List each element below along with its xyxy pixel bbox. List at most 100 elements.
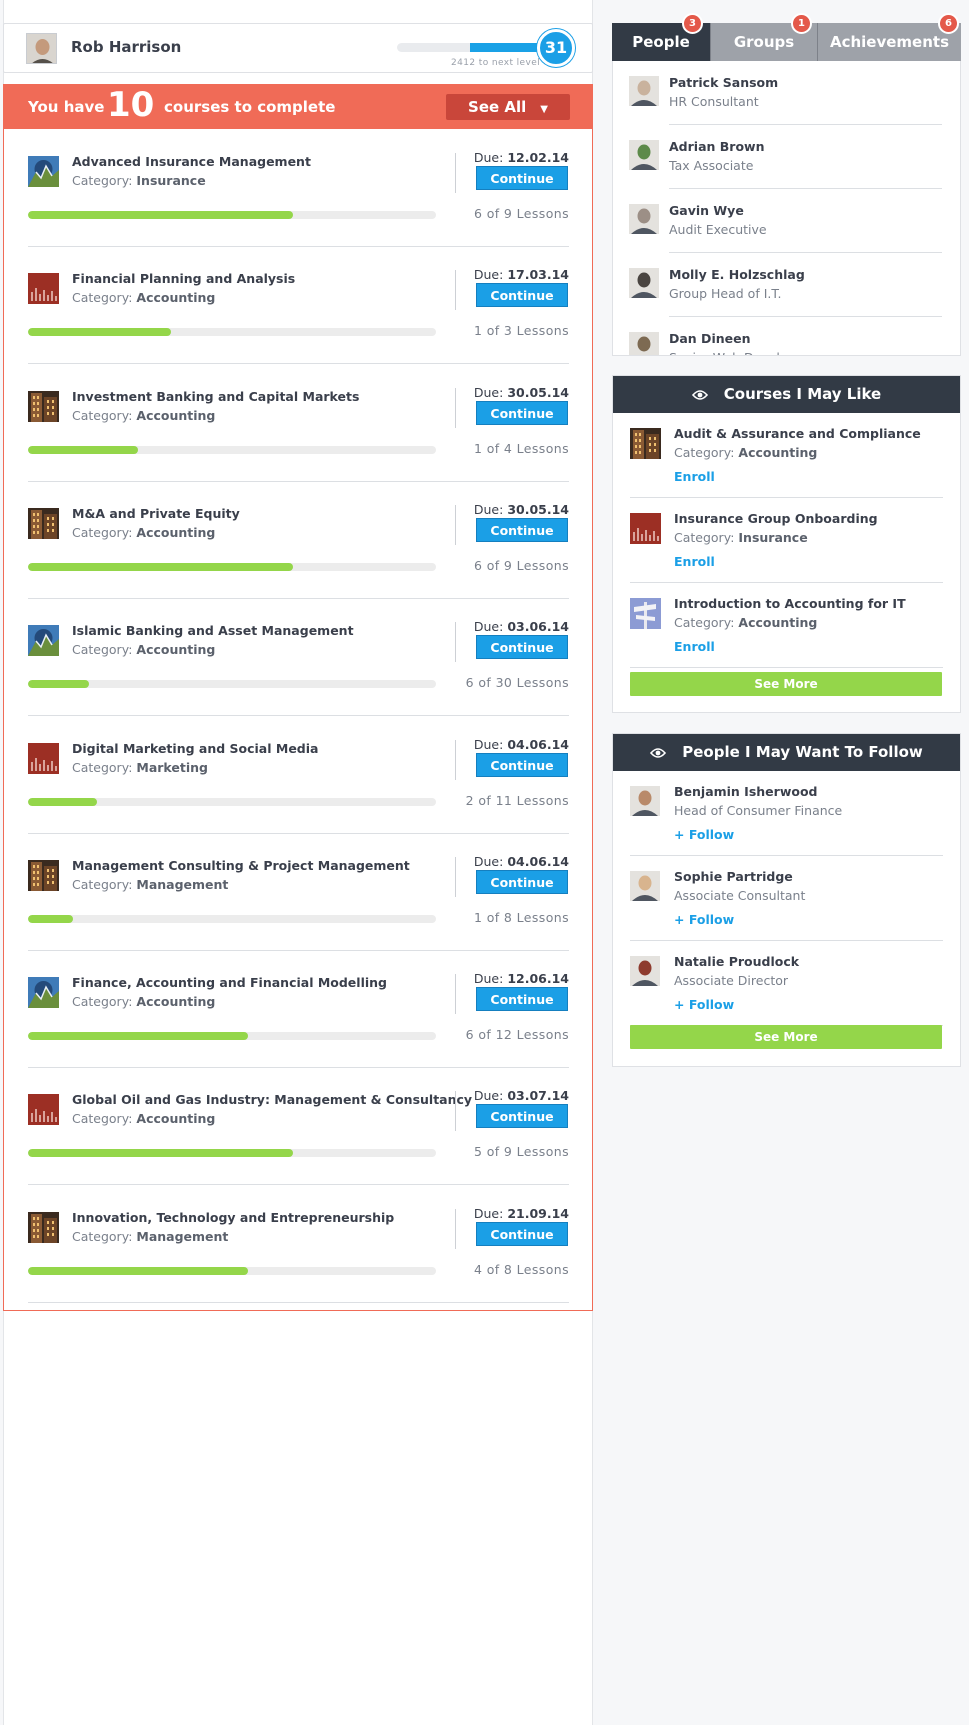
person-name[interactable]: Gavin Wye xyxy=(669,203,744,218)
person-name[interactable]: Dan Dineen xyxy=(669,331,750,346)
person-avatar[interactable] xyxy=(629,204,659,234)
category-value: Marketing xyxy=(136,759,208,775)
course-thumbnail[interactable] xyxy=(28,1211,59,1243)
person-name[interactable]: Patrick Sansom xyxy=(669,75,778,90)
follow-title: People I May Want To Follow xyxy=(682,743,923,761)
continue-button[interactable]: Continue xyxy=(476,752,568,777)
person-avatar[interactable] xyxy=(630,956,661,987)
course-title[interactable]: Digital Marketing and Social Media xyxy=(72,741,318,756)
person-item[interactable]: Molly E. Holzschlag Group Head of I.T. xyxy=(613,253,960,317)
course-title[interactable]: Introduction to Accounting for IT xyxy=(674,596,906,611)
course-thumbnail[interactable] xyxy=(630,598,661,629)
course-title[interactable]: Advanced Insurance Management xyxy=(72,154,311,169)
follow-see-more-button[interactable]: See More xyxy=(630,1025,942,1049)
lessons-count: 1 of 8 Lessons xyxy=(473,909,569,925)
courses-header: You have 10 courses to complete See All ▼ xyxy=(4,85,592,129)
person-role: Associate Director xyxy=(674,973,789,988)
enroll-link[interactable]: Enroll xyxy=(674,469,715,484)
due-label: Due: xyxy=(473,1088,504,1104)
course-title[interactable]: Audit & Assurance and Compliance xyxy=(674,426,921,441)
category-label: Category: xyxy=(72,407,133,423)
continue-button[interactable]: Continue xyxy=(476,283,568,308)
course-title[interactable]: Innovation, Technology and Entrepreneurs… xyxy=(72,1210,394,1225)
continue-button[interactable]: Continue xyxy=(476,869,568,894)
course-thumbnail[interactable] xyxy=(630,513,661,544)
enroll-link[interactable]: Enroll xyxy=(674,554,715,569)
person-item[interactable]: Gavin Wye Audit Executive xyxy=(613,189,960,253)
enroll-link[interactable]: Enroll xyxy=(674,639,715,654)
continue-button[interactable]: Continue xyxy=(476,987,568,1012)
tab-groups[interactable]: Groups 1 xyxy=(710,13,817,61)
user-bar: Rob Harrison 2412 to next level 31 xyxy=(3,23,593,73)
notification-badge: 1 xyxy=(791,13,812,34)
courses-see-more-button[interactable]: See More xyxy=(630,672,942,696)
continue-button[interactable]: Continue xyxy=(476,1104,568,1129)
continue-button[interactable]: Continue xyxy=(476,400,568,425)
suggested-person-item: Natalie Proudlock Associate Director + Fol… xyxy=(613,941,960,1026)
continue-button[interactable]: Continue xyxy=(476,1221,568,1246)
person-item[interactable]: Patrick Sansom HR Consultant xyxy=(613,61,960,125)
person-avatar[interactable] xyxy=(629,76,659,106)
follow-link[interactable]: + Follow xyxy=(674,912,734,927)
course-item: Investment Banking and Capital Markets Ca… xyxy=(4,364,592,482)
course-thumbnail[interactable] xyxy=(28,859,59,891)
person-name[interactable]: Natalie Proudlock xyxy=(674,954,799,969)
course-title[interactable]: Financial Planning and Analysis xyxy=(72,271,295,286)
course-title[interactable]: Islamic Banking and Asset Management xyxy=(72,623,354,638)
category-label: Category: xyxy=(674,615,735,630)
person-name[interactable]: Molly E. Holzschlag xyxy=(669,267,805,282)
person-name[interactable]: Sophie Partridge xyxy=(674,869,793,884)
see-all-button[interactable]: See All ▼ xyxy=(446,94,570,120)
course-title[interactable]: M&A and Private Equity xyxy=(72,506,240,521)
course-category: Category: Management xyxy=(72,1229,228,1244)
divider xyxy=(28,1301,569,1303)
continue-button[interactable]: Continue xyxy=(476,517,568,542)
course-thumbnail[interactable] xyxy=(28,273,59,305)
person-item[interactable]: Dan Dineen Senior Web Developer xyxy=(613,317,960,355)
course-title[interactable]: Finance, Accounting and Financial Modell… xyxy=(72,975,387,990)
course-thumbnail[interactable] xyxy=(28,625,59,657)
course-category: Category: Accounting xyxy=(72,994,215,1009)
course-category: Category: Accounting xyxy=(674,445,817,460)
person-avatar[interactable] xyxy=(629,332,659,355)
notification-badge: 3 xyxy=(682,13,703,34)
course-thumbnail[interactable] xyxy=(28,977,59,1009)
course-thumbnail[interactable] xyxy=(630,428,661,459)
course-thumbnail[interactable] xyxy=(28,1094,59,1126)
course-thumbnail[interactable] xyxy=(28,156,59,187)
course-thumbnail[interactable] xyxy=(28,507,59,539)
tab-label: Groups xyxy=(733,33,795,51)
course-progress-bar xyxy=(28,1149,436,1158)
category-label: Category: xyxy=(72,290,133,306)
eye-icon xyxy=(691,389,708,400)
person-avatar[interactable] xyxy=(629,268,659,298)
course-title[interactable]: Investment Banking and Capital Markets xyxy=(72,389,359,404)
follow-link[interactable]: + Follow xyxy=(674,997,734,1012)
person-avatar[interactable] xyxy=(630,786,661,817)
course-title[interactable]: Global Oil and Gas Industry: Management … xyxy=(72,1092,472,1107)
course-thumbnail[interactable] xyxy=(28,390,59,422)
tab-people[interactable]: People 3 xyxy=(612,13,710,61)
tab-achievements[interactable]: Achievements 6 xyxy=(817,13,961,61)
course-title[interactable]: Insurance Group Onboarding xyxy=(674,511,878,526)
course-category: Category: Accounting xyxy=(72,408,215,423)
avatar[interactable] xyxy=(26,33,57,64)
course-item: Management Consulting & Project Manageme… xyxy=(4,833,592,951)
continue-button[interactable]: Continue xyxy=(476,635,568,660)
lessons-count: 1 of 4 Lessons xyxy=(473,440,569,456)
person-name[interactable]: Adrian Brown xyxy=(669,139,764,154)
divider xyxy=(630,667,943,668)
person-avatar[interactable] xyxy=(630,871,661,902)
due-label: Due: xyxy=(473,619,504,635)
due-value: 12.02.14 xyxy=(507,150,569,165)
see-all-label: See All xyxy=(468,98,527,116)
continue-button[interactable]: Continue xyxy=(476,166,568,190)
course-thumbnail[interactable] xyxy=(28,742,59,774)
person-name[interactable]: Benjamin Isherwood xyxy=(674,784,818,799)
people-list[interactable]: Patrick Sansom HR Consultant Adrian Brown T… xyxy=(612,61,961,356)
person-item[interactable]: Adrian Brown Tax Associate xyxy=(613,125,960,189)
course-title[interactable]: Management Consulting & Project Manageme… xyxy=(72,858,410,873)
follow-link[interactable]: + Follow xyxy=(674,827,734,842)
user-name[interactable]: Rob Harrison xyxy=(71,38,181,56)
person-avatar[interactable] xyxy=(629,140,659,170)
